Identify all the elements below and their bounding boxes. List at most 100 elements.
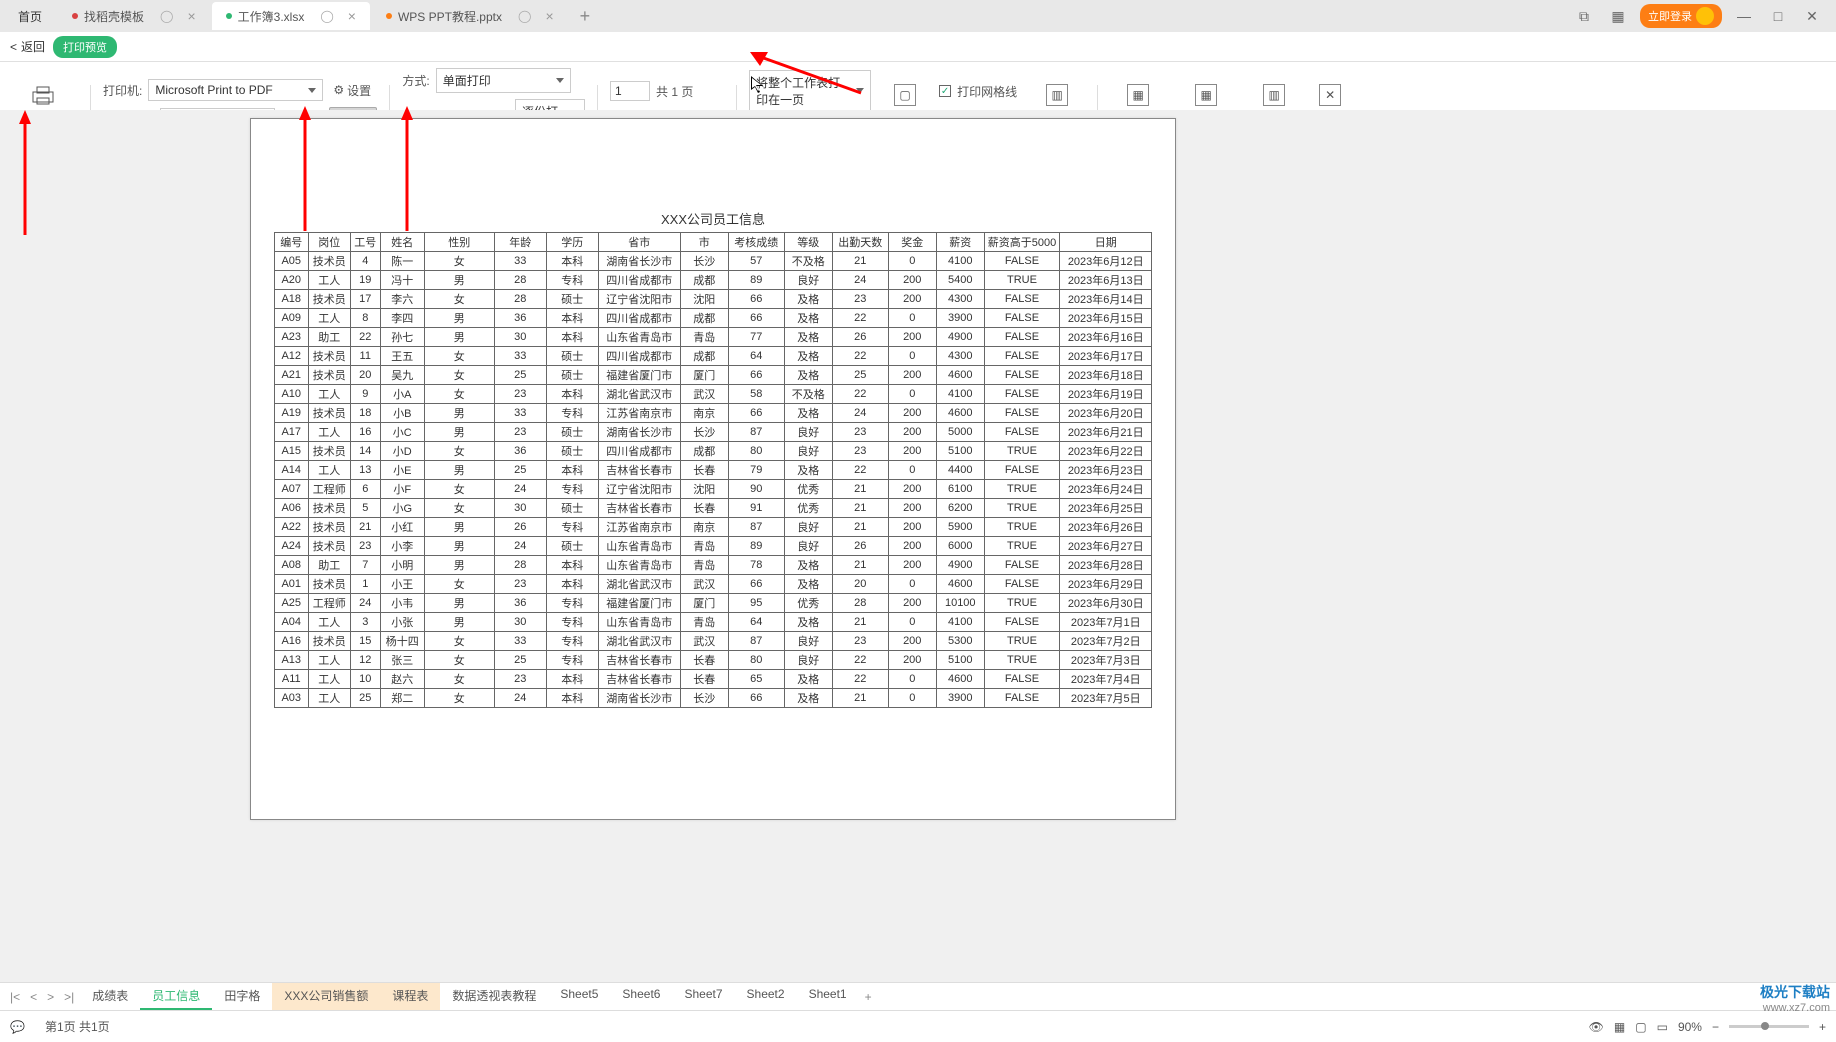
close-tab-button[interactable]: × — [348, 8, 356, 24]
apps-icon[interactable]: ▦ — [1606, 8, 1630, 25]
table-row: A25工程师24小韦男36专科福建省厦门市厦门95优秀2820010100TRU… — [274, 594, 1151, 613]
close-tab-button[interactable]: × — [545, 8, 553, 24]
table-row: A12技术员11王五女33硕士四川省成都市成都64及格2204300FALSE2… — [274, 347, 1151, 366]
grid-view-icon[interactable]: ▦ — [1614, 1020, 1625, 1034]
table-header: 岗位 — [308, 233, 350, 252]
tab-status-icon: ◯ — [320, 9, 333, 23]
app-icon — [386, 13, 392, 19]
table-header: 省市 — [598, 233, 680, 252]
table-header: 性别 — [424, 233, 494, 252]
minimize-button[interactable]: — — [1732, 8, 1756, 24]
table-row: A08助工7小明男28本科山东省青岛市青岛78及格212004900FALSE2… — [274, 556, 1151, 575]
page-input[interactable]: 1 — [610, 81, 650, 101]
sheet-first-button[interactable]: |< — [6, 990, 24, 1004]
zoom-value: 90% — [1678, 1020, 1702, 1034]
table-row: A23助工22孙七男30本科山东省青岛市青岛77及格262004900FALSE… — [274, 328, 1151, 347]
table-row: A05技术员4陈一女33本科湖南省长沙市长沙57不及格2104100FALSE2… — [274, 252, 1151, 271]
zoom-out-button[interactable]: − — [1712, 1020, 1719, 1034]
page-preview-icon: ▦ — [1127, 84, 1149, 106]
table-row: A11工人10赵六女23本科吉林省长春市长春65及格2204600FALSE20… — [274, 670, 1151, 689]
new-tab-button[interactable]: + — [570, 2, 601, 30]
sheet-tab[interactable]: Sheet7 — [672, 983, 734, 1010]
printer-label: 打印机: — [103, 82, 142, 99]
sheet-prev-button[interactable]: < — [26, 990, 41, 1004]
table-header: 姓名 — [380, 233, 424, 252]
table-header: 薪资 — [936, 233, 984, 252]
sheet-tab[interactable]: Sheet5 — [548, 983, 610, 1010]
tab-label: 找稻壳模板 — [84, 8, 144, 25]
margins-icon: ▢ — [894, 84, 916, 106]
gear-icon: ⚙ — [333, 83, 344, 97]
sheet-tab[interactable]: XXX公司销售额 — [272, 983, 380, 1010]
table-header: 日期 — [1060, 233, 1152, 252]
gridlines-checkbox[interactable]: ✓ — [939, 85, 951, 97]
back-button[interactable]: < 返回 — [10, 38, 45, 55]
file-tab[interactable]: 工作簿3.xlsx◯× — [212, 2, 370, 30]
reading-view-icon[interactable]: ▭ — [1657, 1020, 1668, 1034]
gridlines-label: 打印网格线 — [957, 83, 1017, 100]
back-bar: < 返回 打印预览 — [0, 32, 1836, 62]
preview-area: XXX公司员工信息 编号岗位工号姓名性别年龄学历省市市考核成绩等级出勤天数奖金薪… — [0, 110, 1836, 1010]
tab-status-icon: ◯ — [160, 9, 173, 23]
zoom-slider[interactable] — [1729, 1025, 1809, 1028]
sheet-tab[interactable]: Sheet2 — [735, 983, 797, 1010]
sheet-next-button[interactable]: > — [43, 990, 58, 1004]
sheet-tab[interactable]: 数据透视表教程 — [440, 983, 548, 1010]
table-header: 薪资高于5000 — [984, 233, 1059, 252]
preview-page: XXX公司员工信息 编号岗位工号姓名性别年龄学历省市市考核成绩等级出勤天数奖金薪… — [250, 118, 1176, 820]
app-icon — [226, 13, 232, 19]
data-table: 编号岗位工号姓名性别年龄学历省市市考核成绩等级出勤天数奖金薪资薪资高于5000日… — [274, 232, 1152, 708]
table-row: A15技术员14小D女36硕士四川省成都市成都80良好232005100TRUE… — [274, 442, 1151, 461]
zoom-in-button[interactable]: + — [1819, 1020, 1826, 1034]
page-status: 第1页 共1页 — [45, 1018, 110, 1035]
sheet-tab[interactable]: 成绩表 — [80, 983, 140, 1010]
layout-icon[interactable]: ⧉ — [1572, 8, 1596, 25]
page-settings-icon: ▥ — [1046, 84, 1068, 106]
file-tab[interactable]: WPS PPT教程.pptx◯× — [372, 2, 568, 30]
table-row: A17工人16小C男23硕士湖南省长沙市长沙87良好232005000FALSE… — [274, 423, 1151, 442]
sheet-tab[interactable]: 员工信息 — [140, 983, 212, 1010]
fit-select[interactable]: 将整个工作表打印在一页 — [749, 70, 871, 112]
sheet-tabbar: |< < > >| 成绩表员工信息田字格XXX公司销售额课程表数据透视表教程Sh… — [0, 982, 1836, 1010]
sheet-tab[interactable]: 田字格 — [212, 983, 272, 1010]
printer-select[interactable]: Microsoft Print to PDF — [148, 79, 323, 101]
login-button[interactable]: 立即登录 — [1640, 4, 1722, 28]
file-tab[interactable]: 找稻壳模板 ◯ × — [58, 2, 210, 30]
print-preview-badge: 打印预览 — [53, 36, 117, 58]
sheet-tab[interactable]: 课程表 — [380, 983, 440, 1010]
sheet-tab[interactable]: Sheet6 — [610, 983, 672, 1010]
watermark: 极光下载站 www.xz7.com — [1760, 982, 1830, 1014]
title-tabbar: 首页 找稻壳模板◯×工作簿3.xlsx◯×WPS PPT教程.pptx◯× + … — [0, 0, 1836, 32]
table-row: A07工程师6小F女24专科辽宁省沈阳市沈阳90优秀212006100TRUE2… — [274, 480, 1151, 499]
cursor-icon — [751, 76, 765, 94]
tab-home[interactable]: 首页 — [4, 2, 56, 30]
table-row: A14工人13小E男25本科吉林省长春市长春79及格2204400FALSE20… — [274, 461, 1151, 480]
table-header: 编号 — [274, 233, 308, 252]
table-row: A03工人25郑二女24本科湖南省长沙市长沙66及格2103900FALSE20… — [274, 689, 1151, 708]
sheet-tab[interactable]: Sheet1 — [797, 983, 859, 1010]
table-header: 奖金 — [888, 233, 936, 252]
comment-icon[interactable]: 💬 — [10, 1020, 25, 1034]
table-row: A18技术员17李六女28硕士辽宁省沈阳市沈阳66及格232004300FALS… — [274, 290, 1151, 309]
table-row: A01技术员1小王女23本科湖北省武汉市武汉66及格2004600FALSE20… — [274, 575, 1151, 594]
page-total-label: 共 1 页 — [656, 83, 693, 100]
sheet-last-button[interactable]: >| — [60, 990, 78, 1004]
table-row: A21技术员20吴九女25硕士福建省厦门市厦门66及格252004600FALS… — [274, 366, 1151, 385]
table-header: 等级 — [784, 233, 832, 252]
mode-select[interactable]: 单面打印 — [436, 68, 571, 93]
add-sheet-button[interactable]: + — [861, 990, 876, 1004]
table-row: A20工人19冯十男28专科四川省成都市成都89良好242005400TRUE2… — [274, 271, 1151, 290]
table-header: 年龄 — [494, 233, 546, 252]
maximize-button[interactable]: □ — [1766, 8, 1790, 24]
close-window-button[interactable]: ✕ — [1800, 8, 1824, 25]
sheet-title: XXX公司员工信息 — [251, 119, 1175, 232]
printer-icon — [30, 84, 56, 106]
page-view-icon[interactable]: ▢ — [1635, 1020, 1646, 1034]
settings-button[interactable]: ⚙设置 — [329, 80, 375, 101]
table-row: A06技术员5小G女30硕士吉林省长春市长春91优秀212006200TRUE2… — [274, 499, 1151, 518]
table-row: A13工人12张三女25专科吉林省长春市长春80良好222005100TRUE2… — [274, 651, 1151, 670]
view-icon[interactable]: 👁 — [1589, 1020, 1604, 1034]
close-icon: ✕ — [1319, 84, 1341, 106]
table-header: 工号 — [350, 233, 380, 252]
close-tab-button[interactable]: × — [187, 8, 195, 24]
